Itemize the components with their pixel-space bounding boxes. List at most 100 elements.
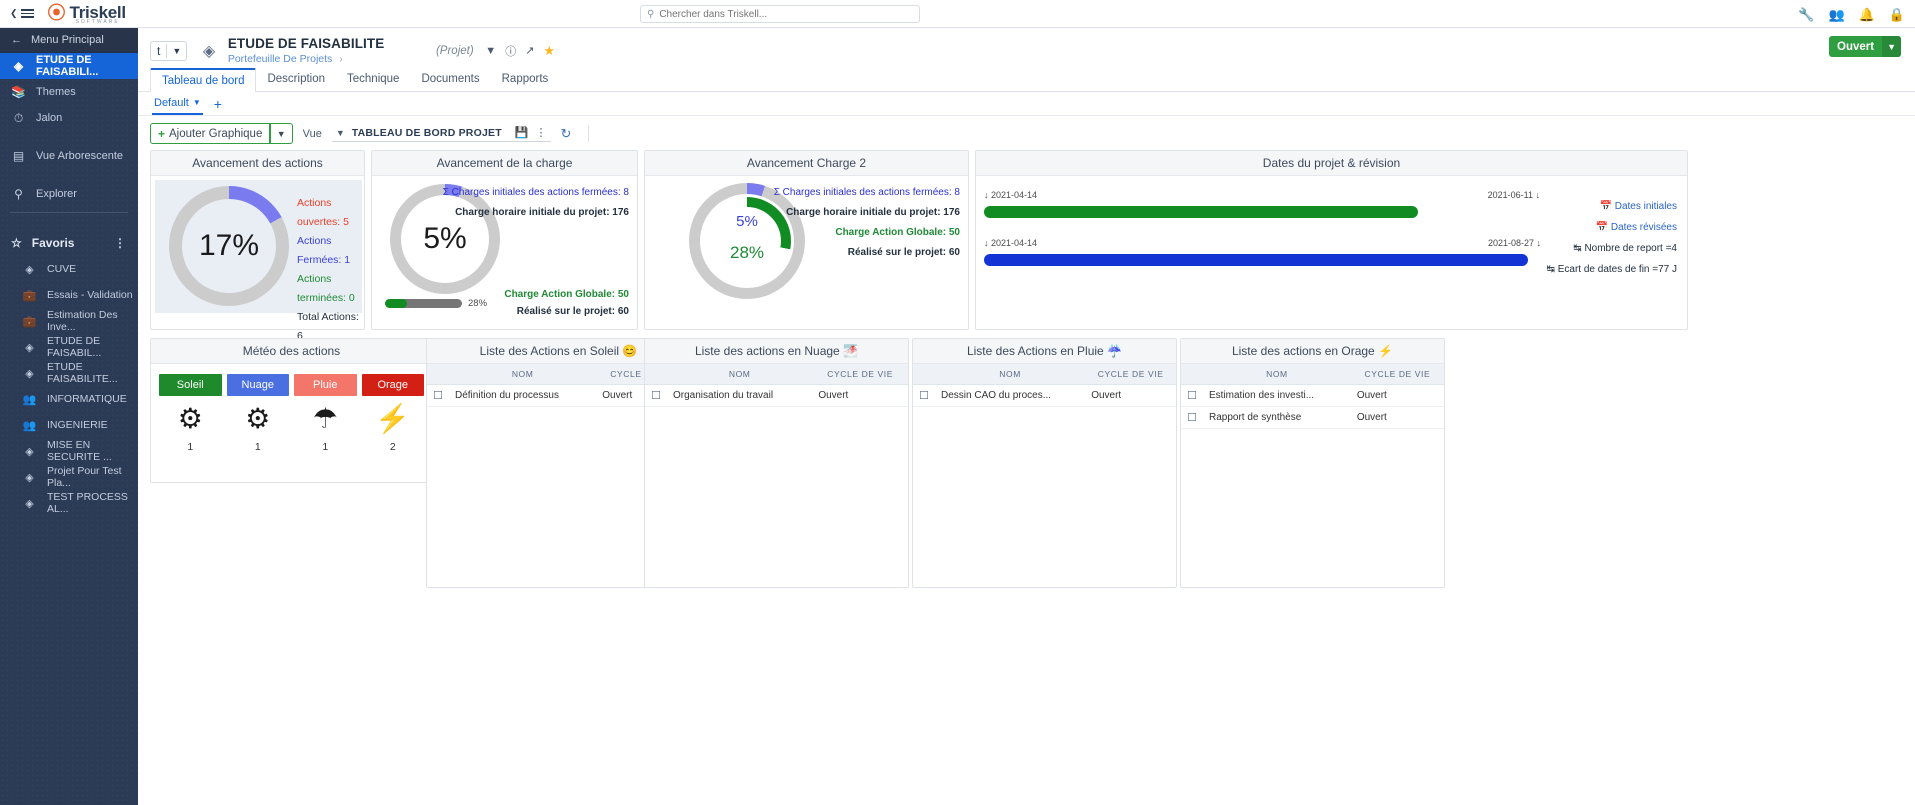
umbrella-emoji-icon: ☔	[1107, 344, 1123, 358]
view-label: Vue	[302, 127, 322, 140]
kebab-menu-icon[interactable]: ⋮	[536, 126, 547, 139]
stat-actions-terminees: Actions terminées: 0	[297, 273, 355, 304]
card-title: Météo des actions	[151, 339, 432, 364]
sidebar-favorite-estimation-des-inve[interactable]: 💼 Estimation Des Inve...	[0, 308, 138, 334]
sidebar-favorite-cuve[interactable]: ◈ CUVE	[0, 256, 138, 282]
tab-description[interactable]: Description	[256, 68, 336, 91]
row-icon[interactable]: ☐	[645, 384, 667, 407]
tab-documents[interactable]: Documents	[410, 68, 490, 91]
cell-cycle-de-vie: Ouvert	[812, 384, 908, 407]
card-body: NOM CYCLE DE VIE ☐ Organisation du trava…	[645, 364, 908, 407]
kebab-menu-icon[interactable]: ⋮	[114, 236, 126, 250]
tab-technique[interactable]: Technique	[336, 68, 410, 91]
weather-label-orage[interactable]: Orage	[361, 374, 424, 396]
chevron-down-icon[interactable]: ▼	[485, 45, 496, 57]
card-title: Liste des actions en Nuage 🌁	[645, 339, 908, 364]
sidebar-item-themes[interactable]: 📚 Themes	[0, 79, 138, 105]
add-subtab-button[interactable]: +	[214, 96, 222, 112]
row-icon[interactable]: ☐	[427, 384, 449, 407]
status-badge[interactable]: Ouvert ▼	[1829, 36, 1901, 57]
top-bar-actions: 🔧 👥 🔔 🔒	[1798, 0, 1905, 28]
card-liste-actions-pluie: Liste des Actions en Pluie ☔ NOM CYCLE D…	[912, 338, 1177, 588]
weather-count-orage: 2	[389, 440, 396, 453]
sidebar-item-label: Themes	[36, 86, 76, 98]
sidebar-favorites-header[interactable]: ☆ Favoris ⋮	[0, 230, 138, 256]
search-icon: ⚲	[647, 8, 655, 20]
cube-icon: ◈	[25, 341, 34, 354]
sidebar-favorite-etude-de-faisabil[interactable]: ◈ ETUDE DE FAISABIL...	[0, 334, 138, 360]
chevron-down-icon[interactable]: ▼	[271, 129, 292, 139]
sidebar-item-jalon[interactable]: ⏱ Jalon	[0, 105, 138, 131]
wrench-icon[interactable]: 🔧	[1798, 8, 1814, 21]
users-icon[interactable]: 👥	[1828, 8, 1844, 21]
card-title: Liste des Actions en Pluie ☔	[913, 339, 1176, 364]
card-body: ↓ 2021-04-14 2021-06-11 ↓ ↓ 2021-04-14 2…	[976, 176, 1687, 327]
sidebar-item-vue-arborescente[interactable]: ▤ Vue Arborescente	[0, 143, 138, 169]
bell-icon[interactable]: 🔔	[1859, 8, 1875, 21]
lock-icon[interactable]: 🔒	[1889, 8, 1905, 21]
top-bar: ❮ ⦿ Triskell SOFTWARE ⚲ 🔧 👥 🔔 🔒	[0, 0, 1915, 28]
table-row[interactable]: ☐ Organisation du travail Ouvert	[645, 384, 908, 407]
col-icon	[427, 364, 449, 385]
sidebar-item-explorer[interactable]: ⚲ Explorer	[0, 181, 138, 207]
weather-label-soleil[interactable]: Soleil	[159, 374, 222, 396]
cell-nom: Rapport de synthèse	[1203, 406, 1351, 429]
sidebar-back-button[interactable]: ← Menu Principal	[0, 28, 138, 53]
refresh-icon[interactable]: ↻	[561, 126, 572, 142]
charge-legend-top: Σ Charges initiales des actions fermées:…	[399, 183, 629, 223]
sidebar-favorite-informatique[interactable]: 👥 INFORMATIQUE	[0, 386, 138, 412]
add-chart-button[interactable]: + Ajouter Graphique ▼	[150, 123, 293, 144]
card-title-text: Liste des actions en Nuage	[694, 344, 840, 358]
entity-type-badge[interactable]: t ▼	[150, 40, 188, 61]
view-selector[interactable]: ▼ TABLEAU DE BORD PROJET 💾 ⋮	[331, 125, 551, 142]
row-icon[interactable]: ☐	[1181, 384, 1203, 407]
weather-label-nuage[interactable]: Nuage	[226, 374, 289, 396]
tab-rapports[interactable]: Rapports	[491, 68, 560, 91]
legend-charge-action-globale: Charge Action Globale: 50	[835, 227, 960, 238]
search-icon: ⚲	[14, 187, 23, 201]
search-input[interactable]	[659, 8, 913, 20]
subtab-label: Default	[154, 96, 189, 109]
cube-icon: ◈	[25, 367, 34, 380]
external-link-icon[interactable]: ↗	[525, 44, 534, 57]
sidebar-favorite-essais-validation[interactable]: 💼 Essais - Validation	[0, 282, 138, 308]
col-nom: NOM	[449, 364, 597, 385]
sidebar-item-active-project[interactable]: ◈ ETUDE DE FAISABILI...	[0, 53, 138, 79]
tab-tableau-de-bord[interactable]: Tableau de bord	[150, 68, 257, 92]
sidebar-favorite-etude-faisabilite[interactable]: ◈ ETUDE FAISABILITE...	[0, 360, 138, 386]
save-icon[interactable]: 💾	[515, 126, 529, 139]
sidebar-favorite-projet-pour-test-pla[interactable]: ◈ Projet Pour Test Pla...	[0, 464, 138, 490]
weather-labels-row: Soleil Nuage Pluie Orage	[151, 374, 432, 396]
legend-ecart-dates-fin: ↹ Ecart de dates de fin =77 J	[1546, 264, 1677, 275]
table-row[interactable]: ☐ Rapport de synthèse Ouvert	[1181, 406, 1444, 429]
sidebar-favorite-mise-en-securite[interactable]: ◈ MISE EN SECURITE ...	[0, 438, 138, 464]
search-box[interactable]: ⚲	[640, 5, 920, 23]
star-icon[interactable]: ★	[543, 43, 555, 59]
sidebar-favorite-test-process-al[interactable]: ◈ TEST PROCESS AL...	[0, 490, 138, 516]
subtab-default[interactable]: Default ▼	[152, 92, 203, 115]
sun-icon: ⚙	[177, 403, 203, 434]
info-icon[interactable]: ⓘ	[505, 43, 516, 59]
gantt-bar-revisees	[984, 254, 1528, 266]
menu-toggle-button[interactable]: ❮	[10, 8, 34, 19]
table-row[interactable]: ☐ Dessin CAO du proces... Ouvert	[913, 384, 1176, 407]
legend-charge-horaire: Charge horaire initiale du projet: 176	[786, 207, 960, 218]
gantt-row-revisees: ↓ 2021-04-14 2021-08-27 ↓	[984, 238, 1554, 278]
row-icon[interactable]: ☐	[1181, 406, 1203, 429]
entity-type-letter: t	[157, 43, 161, 58]
row-icon[interactable]: ☐	[913, 384, 935, 407]
sidebar-favorite-ingenierie[interactable]: 👥 INGENIERIE	[0, 412, 138, 438]
cell-cycle-de-vie: Ouvert	[1350, 384, 1444, 407]
legend-realise-sur-projet: Réalisé sur le projet: 60	[516, 306, 629, 317]
legend-realise-sur-projet: Réalisé sur le projet: 60	[847, 247, 960, 258]
weather-label-pluie[interactable]: Pluie	[294, 374, 357, 396]
favorite-label: ETUDE DE FAISABIL...	[47, 335, 102, 359]
favorite-label: Projet Pour Test Pla...	[47, 465, 122, 489]
sidebar-item-label: ETUDE DE FAISABILI...	[36, 54, 99, 78]
legend-nombre-report: ↹ Nombre de report =4	[1573, 243, 1677, 254]
breadcrumb[interactable]: Portefeuille De Projets ›	[228, 53, 385, 65]
col-cycle-de-vie: CYCLE DE VIE	[1085, 364, 1176, 385]
stat-actions-fermees: Actions Fermées: 1	[297, 235, 351, 266]
table-row[interactable]: ☐ Estimation des investi... Ouvert	[1181, 384, 1444, 407]
people-icon: 👥	[22, 419, 37, 432]
